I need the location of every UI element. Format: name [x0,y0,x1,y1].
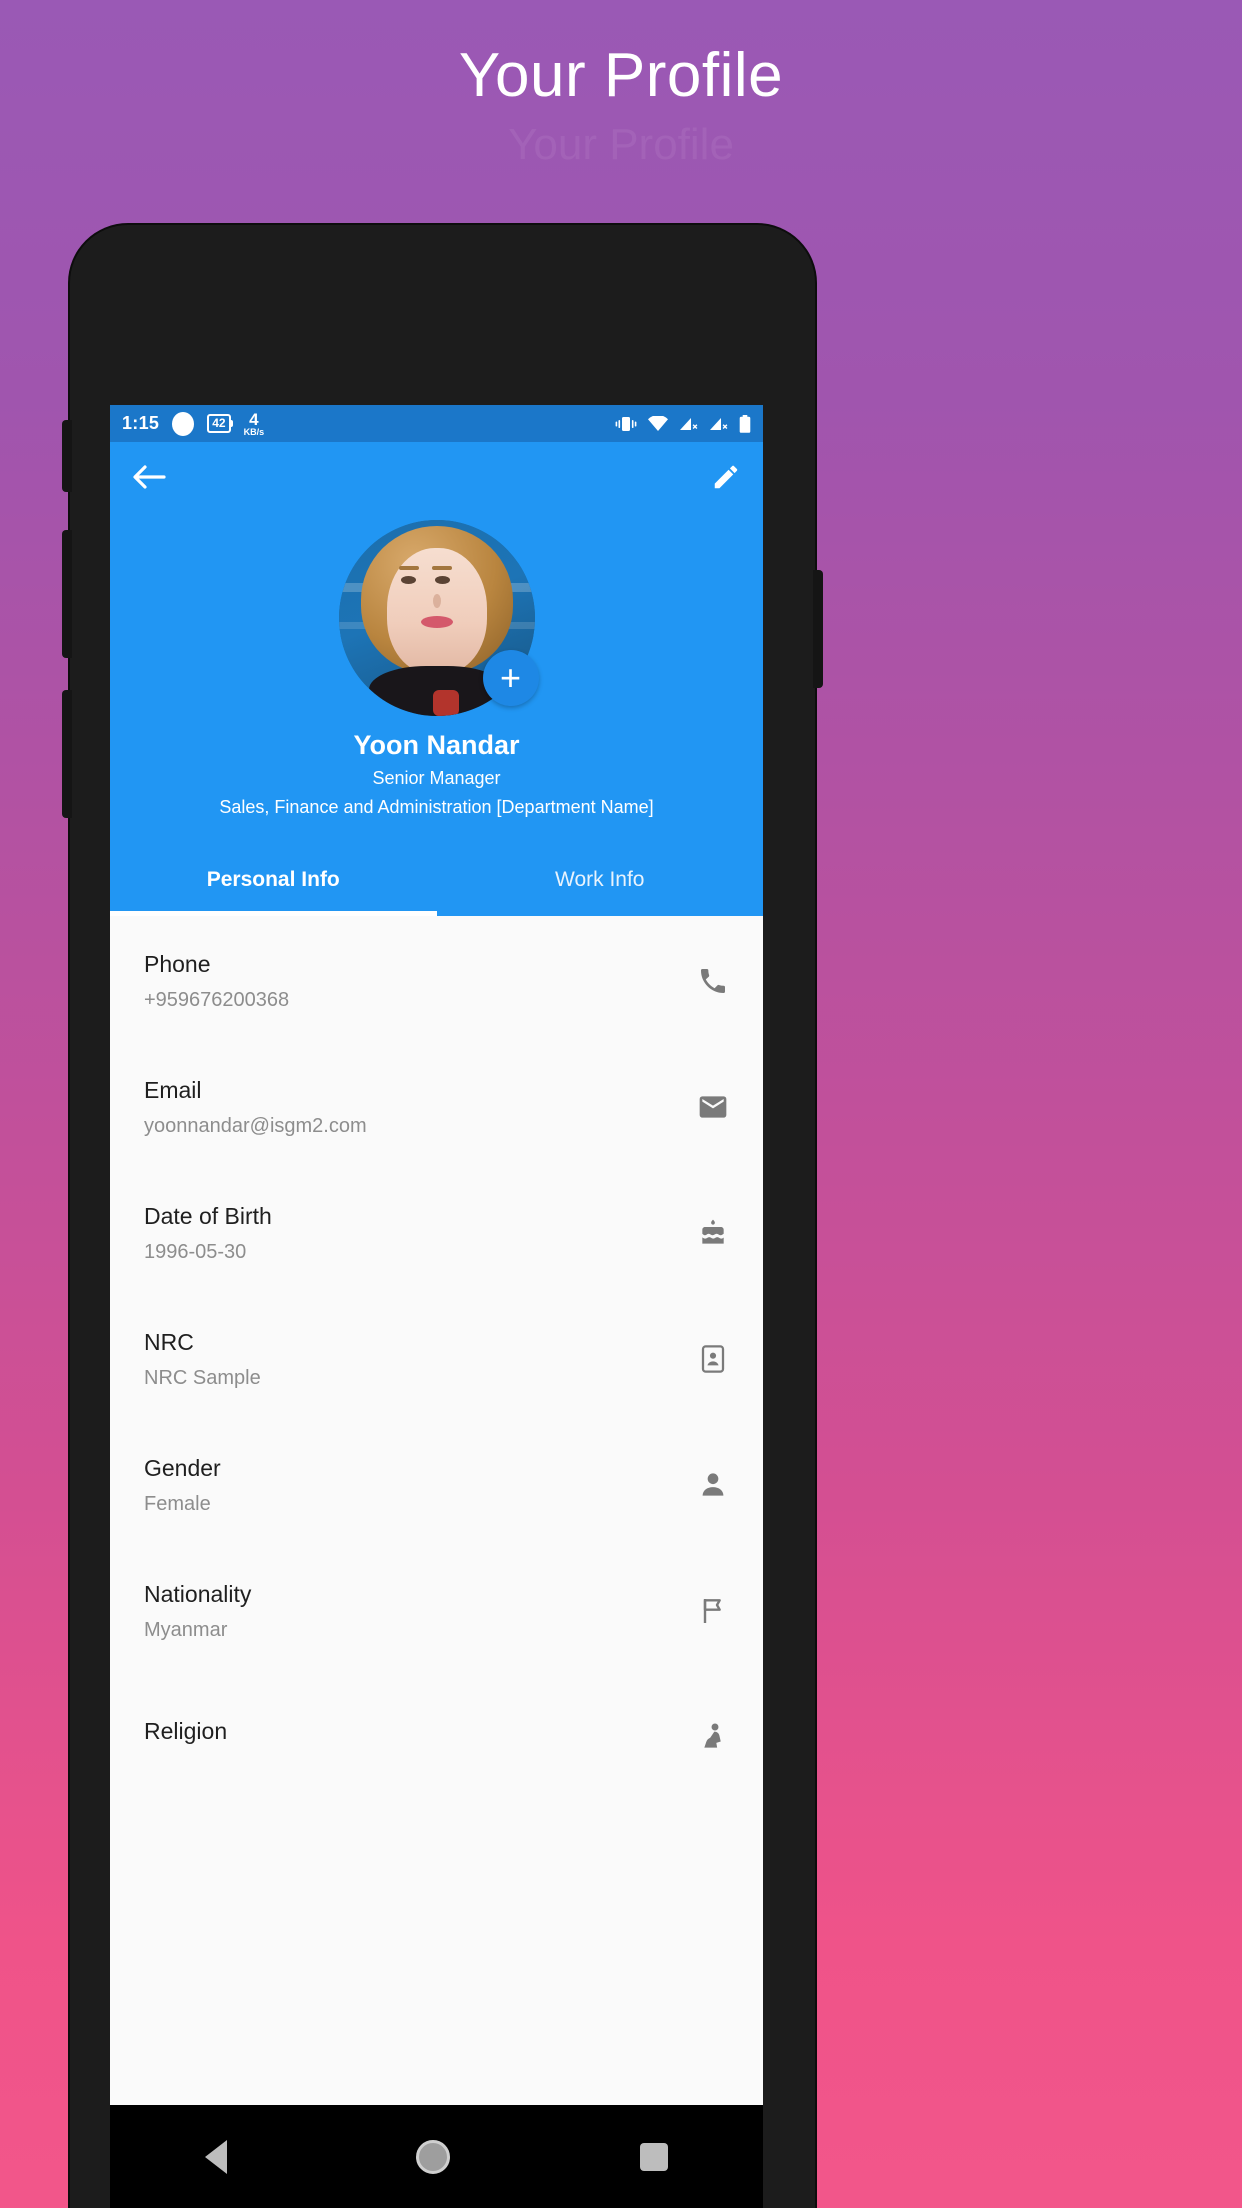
notification-dot-icon [172,411,195,436]
wifi-icon [647,415,669,432]
tab-bar: Personal Info Work Info [110,844,763,916]
phone-screen: 1:15 42 4 KB/s + Yoon Nandar Senior Mana… [110,405,763,2105]
network-speed: 4 KB/s [244,411,265,437]
list-item[interactable]: Date of Birth 1996-05-30 [110,1168,763,1294]
list-item[interactable]: Gender Female [110,1420,763,1546]
vibrate-icon [615,416,637,432]
android-nav-bar [110,2105,763,2208]
profile-department: Sales, Finance and Administration [Depar… [219,797,654,817]
row-value: yoonnandar@isgm2.com [144,1114,367,1137]
add-photo-button[interactable]: + [482,650,539,706]
phone-button-left-2 [62,530,72,658]
row-label: Gender [144,1454,221,1481]
row-value: NRC Sample [144,1366,261,1389]
email-icon [697,1091,729,1123]
row-label: NRC [144,1328,194,1355]
tab-personal-info-label: Personal Info [206,868,340,891]
row-label: Phone [144,950,211,977]
status-bar-left: 1:15 42 4 KB/s [122,411,264,437]
nav-home-icon[interactable] [416,2139,451,2174]
list-item[interactable]: Email yoonnandar@isgm2.com [110,1042,763,1168]
praying-person-icon [697,1721,729,1753]
list-item[interactable]: Religion [110,1672,763,1798]
tab-personal-info[interactable]: Personal Info [110,844,437,916]
profile-name: Yoon Nandar [353,730,520,760]
tab-work-info[interactable]: Work Info [437,844,764,916]
personal-info-list: Phone +959676200368 Email yoonnandar@isg… [110,916,763,1798]
nav-recents-icon[interactable] [640,2142,669,2171]
list-item[interactable]: Nationality Myanmar [110,1546,763,1672]
page-title: Your Profile [0,0,1242,150]
row-value: +959676200368 [144,988,290,1011]
battery-icon [739,414,751,433]
row-label: Nationality [144,1580,252,1607]
row-value: Myanmar [144,1618,228,1641]
network-speed-unit: KB/s [243,426,265,437]
row-value: 1996-05-30 [144,1240,247,1263]
page-title-text: Your Profile [458,40,784,110]
phone-icon [697,965,729,997]
status-bar: 1:15 42 4 KB/s [110,405,763,442]
row-label: Date of Birth [144,1202,272,1229]
row-label: Religion [144,1718,228,1744]
person-icon [697,1469,729,1501]
battery-badge: 42 [207,414,233,433]
phone-button-right [813,570,823,688]
signal-off-icon [709,416,729,432]
list-item[interactable]: NRC NRC Sample [110,1294,763,1420]
list-item[interactable]: Phone +959676200368 [110,916,763,1042]
network-speed-value: 4 [249,409,259,429]
status-clock: 1:15 [122,413,160,433]
avatar-wrapper: + [338,520,539,716]
cake-icon [697,1217,729,1249]
signal-off-icon [679,416,699,432]
pencil-edit-icon[interactable] [711,462,741,492]
row-label: Email [144,1076,202,1103]
back-arrow-icon[interactable] [132,464,166,490]
profile-role: Senior Manager [372,768,501,788]
phone-button-left-1 [62,420,72,492]
status-bar-right [615,414,751,433]
nav-back-icon[interactable] [204,2139,227,2174]
phone-mockup: 1:15 42 4 KB/s + Yoon Nandar Senior Mana… [62,225,823,2208]
row-value: Female [144,1492,211,1515]
profile-header: + Yoon Nandar Senior Manager Sales, Fina… [110,512,763,844]
tab-work-info-label: Work Info [555,868,645,891]
flag-icon [697,1595,729,1627]
phone-button-left-3 [62,690,72,818]
id-card-icon [697,1343,729,1375]
app-bar [110,442,763,512]
